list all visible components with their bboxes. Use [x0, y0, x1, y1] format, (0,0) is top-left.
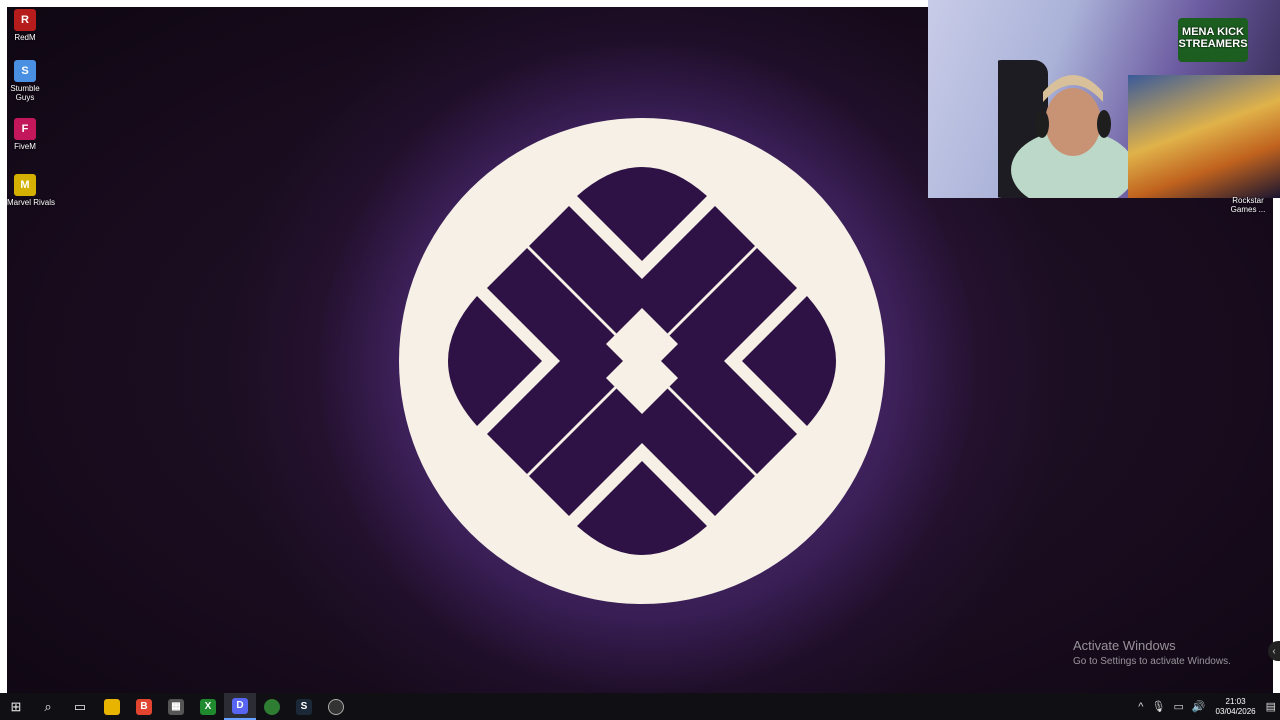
start-icon: ⊞	[10, 698, 22, 714]
desktop-icon-rockstar[interactable]: Rockstar Games ...	[1224, 196, 1272, 214]
volume-icon[interactable]: 🔊	[1188, 700, 1210, 713]
taskbar-file-explorer[interactable]	[96, 693, 128, 720]
activate-title: Activate Windows	[1073, 638, 1176, 653]
task-view-button[interactable]: ▭	[64, 693, 96, 720]
desktop-icon-marvel-rivals[interactable]: M Marvel Rivals	[7, 174, 56, 207]
xbox-icon: X	[200, 698, 216, 715]
desktop-icon-label: RedM	[14, 33, 36, 42]
redm-icon: R	[14, 9, 36, 31]
fivem-icon: F	[14, 118, 36, 140]
background-poster	[1128, 75, 1280, 198]
steam-icon: S	[296, 698, 312, 715]
activate-windows-watermark: Activate Windows Go to Settings to activ…	[1073, 638, 1231, 667]
search-button[interactable]: ⌕	[32, 693, 64, 720]
desktop-icon-label: Rockstar Games ...	[1230, 196, 1266, 214]
chevron-up-icon[interactable]: ^	[1134, 701, 1147, 713]
search-icon: ⌕	[44, 698, 52, 714]
taskbar-xbox[interactable]: X	[192, 693, 224, 720]
clock-time: 21:03	[1225, 696, 1246, 706]
marvel-rivals-icon: M	[14, 174, 36, 196]
desktop-icon-stumble-guys[interactable]: S Stumble Guys	[7, 60, 43, 102]
taskbar-clock[interactable]: 21:03 03/04/2026	[1210, 697, 1262, 717]
start-button[interactable]: ⊞	[0, 693, 32, 720]
desktop-icon-label: Marvel Rivals	[7, 198, 56, 207]
desktop-icon-label: Stumble Guys	[10, 84, 40, 102]
streamer-figure	[998, 60, 1128, 198]
brave-icon: B	[136, 698, 152, 715]
taskbar-obs[interactable]	[320, 693, 352, 720]
stumble-guys-icon: S	[14, 60, 36, 82]
taskbar: ⊞ ⌕ ▭ B ▦ X D S ^ 🎙 ▭ 🔊 21:03 03/04/2026…	[0, 693, 1280, 720]
store-icon: ▦	[168, 698, 184, 715]
wallpaper-emblem	[399, 118, 885, 604]
clock-date: 03/04/2026	[1215, 706, 1256, 716]
desktop-icon-redm[interactable]: R RedM	[7, 9, 43, 42]
taskbar-brave[interactable]: B	[128, 693, 160, 720]
discord-icon: D	[232, 697, 248, 714]
microphone-icon[interactable]: 🎙	[1147, 700, 1169, 713]
file-explorer-icon	[104, 698, 120, 715]
activate-subtitle: Go to Settings to activate Windows.	[1073, 656, 1231, 667]
taskbar-steam[interactable]: S	[288, 693, 320, 720]
desktop-icon-label: FiveM	[14, 142, 36, 151]
task-view-icon: ▭	[73, 698, 87, 714]
taskbar-discord[interactable]: D	[224, 693, 256, 720]
webcam-overlay: MENA KICK STREAMERS	[928, 0, 1280, 198]
mena-kick-streamers-logo: MENA KICK STREAMERS	[1178, 18, 1248, 62]
taskbar-store[interactable]: ▦	[160, 693, 192, 720]
desktop-icon-fivem[interactable]: F FiveM	[7, 118, 43, 151]
network-icon[interactable]: ▭	[1169, 700, 1187, 713]
obs-icon	[328, 698, 344, 715]
notification-icon[interactable]: ▤	[1262, 700, 1280, 713]
taskbar-chrome[interactable]	[256, 693, 288, 720]
chrome-icon	[264, 698, 280, 715]
system-tray: ^ 🎙 ▭ 🔊 21:03 03/04/2026 ▤	[1134, 693, 1280, 720]
